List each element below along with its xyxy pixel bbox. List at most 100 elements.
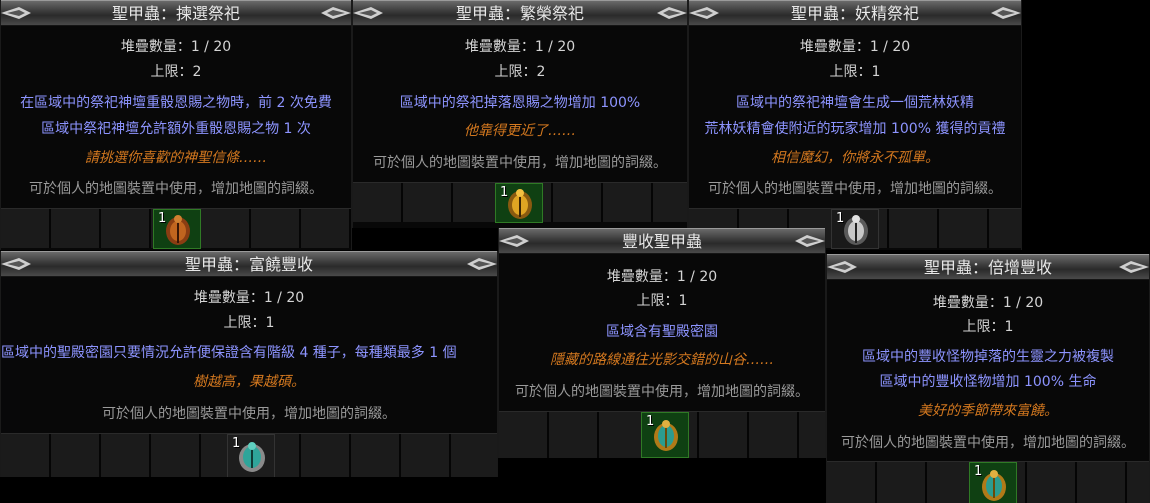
modifier-line: 在區域中的祭祀神壇重骰恩賜之物時，前 2 次免費: [20, 95, 332, 111]
header-ornament-left-icon: [1, 258, 31, 270]
usage-hint: 可於個人的地圖裝置中使用，增加地圖的詞綴。: [373, 155, 667, 171]
header-ornament-right-icon: [1119, 261, 1149, 273]
teal-gold-scarab-icon: [654, 420, 678, 451]
item-tooltip-card: 聖甲蟲：倍增豐收 堆疊數量：1 / 20 上限：1 區域中的豐收怪物掉落的生靈之…: [826, 254, 1150, 503]
stack-value: 1 / 20: [869, 39, 911, 55]
limit-value: 2: [192, 64, 202, 80]
gold-scarab-icon: [508, 189, 532, 219]
header-ornament-left-icon: [689, 7, 719, 19]
item-title-bar: 聖甲蟲：妖精祭祀: [689, 0, 1021, 26]
header-ornament-right-icon: [467, 258, 497, 270]
scarab-slot[interactable]: 1: [831, 209, 879, 249]
item-tooltip-card: 聖甲蟲：繁榮祭祀 堆疊數量：1 / 20 上限：2 區域中的祭祀掉落恩賜之物增加…: [352, 0, 688, 228]
silver-scarab-icon: [844, 215, 868, 245]
modifier-line: 區域中的祭祀掉落恩賜之物增加 100%: [399, 95, 641, 111]
header-ornament-right-icon: [991, 7, 1021, 19]
inventory-grid: 1: [1, 208, 351, 249]
scarab-slot[interactable]: 1: [153, 209, 201, 249]
limit-row: 上限：1: [689, 63, 1021, 81]
flavor-text: 美好的季節帶來富饒。: [918, 403, 1058, 419]
usage-hint: 可於個人的地圖裝置中使用，增加地圖的詞綴。: [102, 406, 396, 422]
stack-size-row: 堆疊數量：1 / 20: [689, 38, 1021, 56]
stack-value: 1 / 20: [534, 39, 576, 55]
header-ornament-left-icon: [499, 235, 529, 247]
scarab-slot[interactable]: 1: [495, 183, 543, 223]
item-tooltip-card: 聖甲蟲：揀選祭祀 堆疊數量：1 / 20 上限：2 在區域中的祭祀神壇重骰恩賜之…: [0, 0, 352, 250]
inventory-grid: 1: [499, 411, 825, 458]
item-title-bar: 聖甲蟲：富饒豐收: [1, 251, 497, 277]
stack-value: 1 / 20: [190, 39, 232, 55]
header-ornament-right-icon: [657, 7, 687, 19]
modifier-line: 荒林妖精會使附近的玩家增加 100% 獲得的貢禮: [704, 121, 1006, 137]
usage-hint: 可於個人的地圖裝置中使用，增加地圖的詞綴。: [708, 181, 1002, 197]
modifier-line: 區域中的祭祀神壇會生成一個荒林妖精: [736, 95, 974, 111]
limit-value: 1: [265, 315, 275, 331]
flavor-text: 請挑選你喜歡的神聖信條……: [85, 150, 267, 166]
item-title-bar: 豐收聖甲蟲: [499, 228, 825, 254]
usage-hint: 可於個人的地圖裝置中使用，增加地圖的詞綴。: [515, 384, 809, 400]
limit-row: 上限：2: [353, 63, 687, 81]
flavor-text: 他靠得更近了……: [464, 123, 576, 139]
item-title: 聖甲蟲：繁榮祭祀: [455, 4, 584, 23]
bronze-scarab-icon: [166, 215, 190, 245]
usage-hint: 可於個人的地圖裝置中使用，增加地圖的詞綴。: [29, 181, 323, 197]
flavor-text: 樹越高，果越碩。: [193, 374, 305, 390]
header-ornament-right-icon: [795, 235, 825, 247]
stack-value: 1 / 20: [263, 290, 305, 306]
limit-label: 上限：: [150, 64, 193, 80]
header-ornament-left-icon: [827, 261, 857, 273]
item-tooltip-card: 聖甲蟲：富饒豐收 堆疊數量：1 / 20 上限：1 區域中的聖殿密園只要情況允許…: [0, 251, 498, 477]
item-title: 聖甲蟲：富饒豐收: [184, 255, 313, 274]
stack-label: 堆疊數量：: [193, 290, 264, 306]
limit-label: 上限：: [223, 315, 266, 331]
limit-label: 上限：: [636, 293, 679, 309]
item-title-bar: 聖甲蟲：揀選祭祀: [1, 0, 351, 26]
limit-row: 上限：1: [1, 314, 497, 332]
limit-row: 上限：1: [827, 318, 1149, 336]
stack-value: 1 / 20: [1002, 295, 1044, 311]
item-title-bar: 聖甲蟲：倍增豐收: [827, 254, 1149, 280]
item-tooltip-card: 豐收聖甲蟲 堆疊數量：1 / 20 上限：1 區域含有聖殿密園 隱藏的路線通往光…: [498, 228, 826, 458]
item-tooltip-card: 聖甲蟲：妖精祭祀 堆疊數量：1 / 20 上限：1 區域中的祭祀神壇會生成一個荒…: [688, 0, 1022, 250]
stack-label: 堆疊數量：: [120, 39, 191, 55]
limit-value: 2: [536, 64, 546, 80]
modifier-line: 區域含有聖殿密園: [606, 324, 718, 340]
stack-size-row: 堆疊數量：1 / 20: [499, 268, 825, 286]
stack-label: 堆疊數量：: [464, 39, 535, 55]
limit-row: 上限：2: [1, 63, 351, 81]
header-ornament-right-icon: [321, 7, 351, 19]
stack-label: 堆疊數量：: [932, 295, 1003, 311]
stack-value: 1 / 20: [676, 269, 718, 285]
limit-value: 1: [1004, 319, 1014, 335]
header-ornament-left-icon: [1, 7, 31, 19]
stack-size-row: 堆疊數量：1 / 20: [1, 289, 497, 307]
stack-label: 堆疊數量：: [606, 269, 677, 285]
modifier-line: 區域中的豐收怪物增加 100% 生命: [879, 374, 1097, 390]
scarab-slot[interactable]: 1: [227, 434, 275, 477]
stack-size-row: 堆疊數量：1 / 20: [353, 38, 687, 56]
teal-scarab-icon: [239, 442, 265, 472]
stack-label: 堆疊數量：: [799, 39, 870, 55]
modifier-line: 區域中的聖殿密園只要情況允許便保證含有階級 4 種子，每種類最多 1 個: [1, 345, 457, 361]
inventory-grid: 1: [827, 461, 1149, 503]
limit-label: 上限：: [829, 64, 872, 80]
limit-row: 上限：1: [499, 292, 825, 310]
flavor-text: 隱藏的路線通往光影交錯的山谷……: [550, 352, 774, 368]
item-title: 聖甲蟲：妖精祭祀: [790, 4, 919, 23]
header-ornament-left-icon: [353, 7, 383, 19]
item-title: 豐收聖甲蟲: [621, 232, 702, 251]
limit-value: 1: [678, 293, 688, 309]
modifier-line: 區域中祭祀神壇允許額外重骰恩賜之物 1 次: [41, 121, 311, 137]
stack-size-row: 堆疊數量：1 / 20: [1, 38, 351, 56]
limit-value: 1: [871, 64, 881, 80]
inventory-grid: 1: [1, 433, 497, 477]
limit-label: 上限：: [494, 64, 537, 80]
scarab-slot[interactable]: 1: [969, 462, 1017, 503]
scarab-slot[interactable]: 1: [641, 412, 689, 458]
item-title-bar: 聖甲蟲：繁榮祭祀: [353, 0, 687, 26]
item-title: 聖甲蟲：倍增豐收: [923, 258, 1052, 277]
flavor-text: 相信魔幻，你將永不孤單。: [771, 150, 939, 166]
modifier-line: 區域中的豐收怪物掉落的生靈之力被複製: [862, 349, 1114, 365]
teal-gold-scarab-icon: [982, 470, 1006, 501]
inventory-grid: 1: [353, 182, 687, 223]
